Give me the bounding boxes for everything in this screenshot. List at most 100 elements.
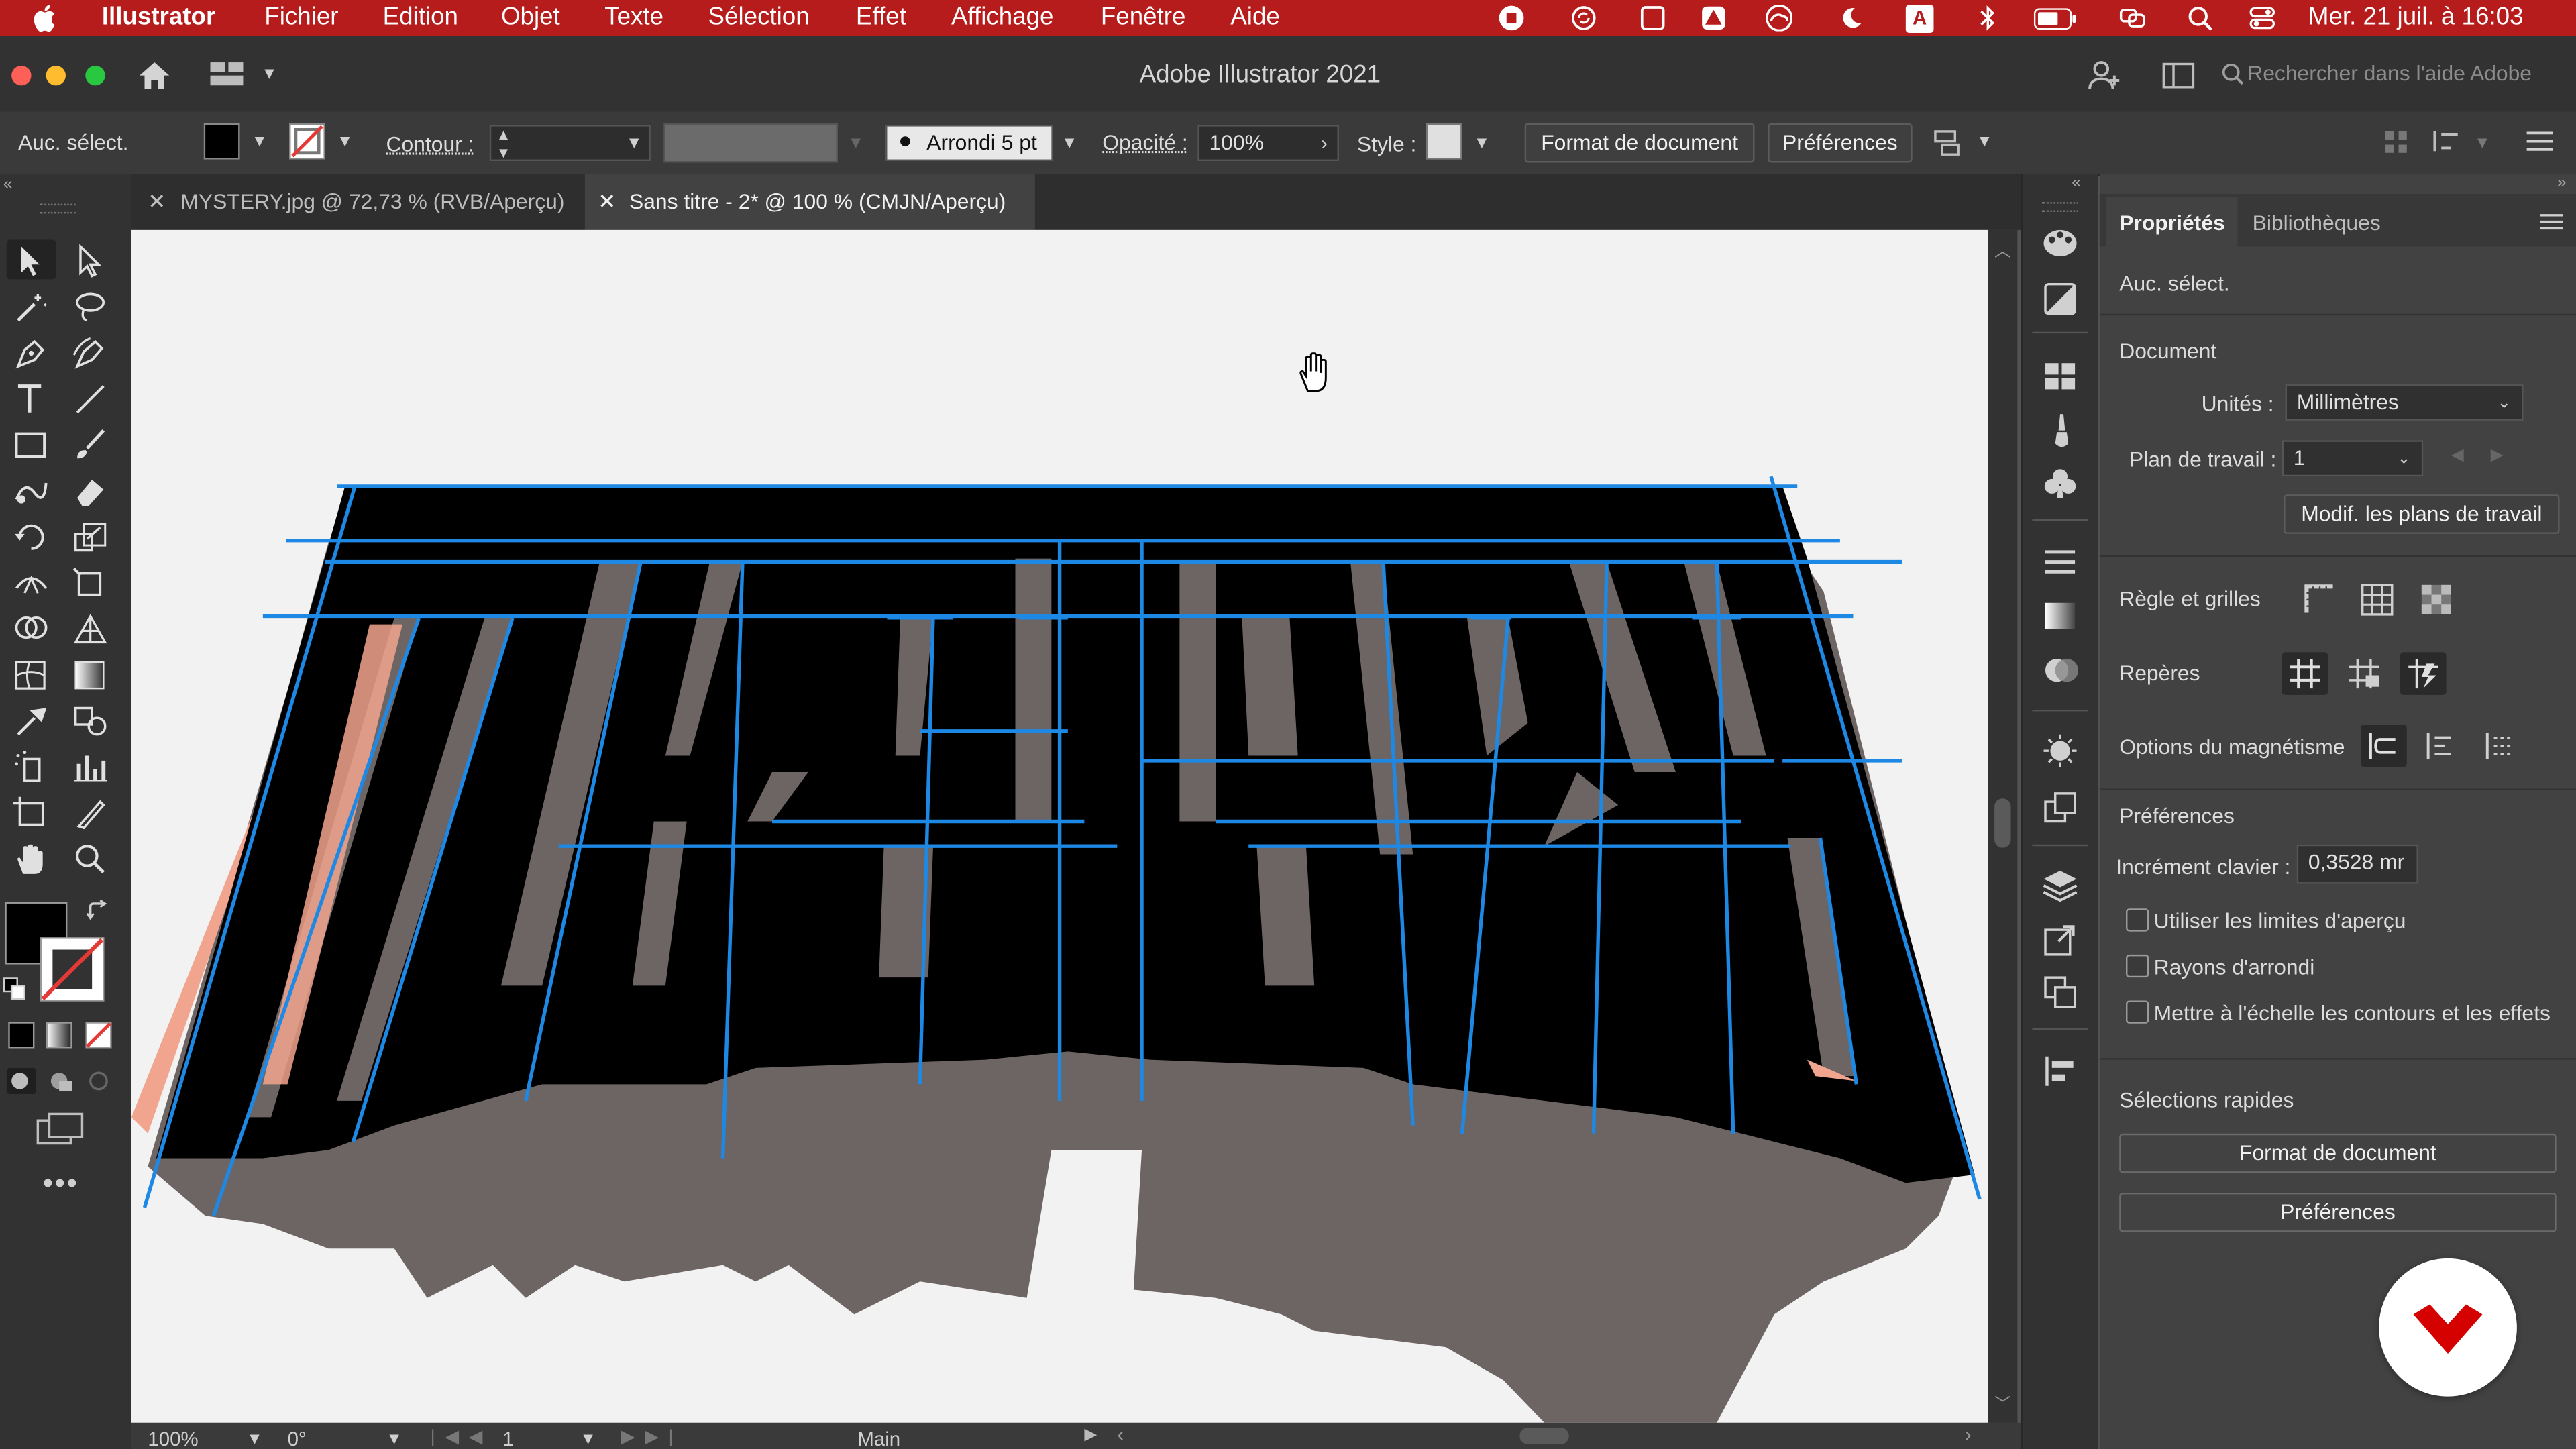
zoom-level-field[interactable]: 100% [148,1428,198,1449]
snap-to-pixel-icon[interactable] [2425,729,2458,762]
document-setup-button[interactable]: Format de document [1524,123,1755,163]
shaper-tool-icon[interactable] [11,473,51,509]
hand-tool-icon[interactable] [11,841,51,877]
none-mode-icon[interactable] [85,1022,112,1049]
stroke-weight-stepper-down-icon[interactable]: ▼ [496,145,511,161]
blend-tool-icon[interactable] [70,703,110,739]
stroke-color-box[interactable] [40,936,105,1002]
align-options-icon[interactable] [1932,128,1965,158]
stroke-chevron-down-icon[interactable]: ▼ [337,133,353,151]
direct-selection-tool-icon[interactable] [70,243,110,279]
line-segment-tool-icon[interactable] [70,381,110,417]
slice-tool-icon[interactable] [70,795,110,831]
menu-texte[interactable]: Texte [604,3,663,32]
color-guide-palette-icon[interactable] [2042,227,2078,260]
mystery-artwork[interactable] [131,230,1988,1423]
close-tab-icon[interactable]: ✕ [148,174,166,230]
free-transform-tool-icon[interactable] [70,565,110,601]
apple-icon[interactable] [33,3,59,33]
lock-guides-icon[interactable] [2348,657,2381,690]
perspective-grid-tool-icon[interactable] [70,611,110,647]
warning-icon[interactable] [1701,5,1727,31]
paintbrush-tool-icon[interactable] [70,427,110,464]
panel-options-menu-icon[interactable] [2540,213,2563,230]
selection-tool-icon[interactable] [11,243,51,279]
graphic-style-swatch[interactable] [1426,123,1462,160]
strip-grip[interactable] [2042,202,2078,212]
swatches-icon[interactable] [2044,362,2077,391]
pen-tool-icon[interactable] [11,335,51,372]
status-menu-arrow-icon[interactable]: ▶ [1084,1426,1097,1444]
swap-fill-stroke-icon[interactable] [85,899,108,922]
color-mode-icon[interactable] [8,1022,35,1049]
edit-toolbar-more-icon[interactable]: ••• [43,1167,79,1201]
graphic-styles-sun-icon[interactable] [2042,733,2078,769]
lasso-tool-icon[interactable] [70,289,110,325]
opacity-label[interactable]: Opacité : [1102,129,1187,154]
canvas-vertical-scrollbar[interactable]: ︿ ﹀ [1988,229,2018,1423]
profile-chevron-down-icon[interactable]: ▼ [848,135,864,153]
prev-artboard-icon[interactable]: ◀ [2451,447,2464,465]
zoom-window-button[interactable] [85,65,105,86]
appearance-icon[interactable] [2044,282,2077,315]
input-source-a-icon[interactable]: A [1905,5,1934,33]
align-chevron-down-icon[interactable]: ▼ [1976,133,1992,151]
units-chevron-down-icon[interactable]: ⌄ [2497,394,2511,413]
minimize-window-button[interactable] [46,65,66,86]
app-menu-illustrator[interactable]: Illustrator [102,3,215,32]
artboard-tool-icon[interactable] [11,795,51,831]
tab-sans-titre-2[interactable]: ✕ Sans titre - 2* @ 100 % (CMJN/Aperçu) [584,174,1035,230]
edit-artboards-button[interactable]: Modif. les plans de travail [2284,494,2560,534]
draw-behind-icon[interactable] [46,1068,76,1094]
vertical-scroll-thumb[interactable] [1994,798,2011,848]
scroll-down-chevron-icon[interactable]: ﹀ [1994,1390,2010,1415]
window-icon[interactable] [1640,5,1666,31]
show-guides-icon[interactable] [2288,657,2321,690]
transparency-icon[interactable] [2044,654,2080,687]
fill-color-swatch[interactable] [203,123,240,160]
menu-fenetre[interactable]: Fenêtre [1101,3,1186,32]
stroke-panel-icon[interactable] [2044,549,2077,575]
brush-chevron-down-icon[interactable]: ▼ [1061,135,1077,153]
menu-affichage[interactable]: Affichage [951,3,1054,32]
snap-chevron-down-icon[interactable]: ▼ [2474,135,2490,153]
show-rulers-icon[interactable] [2303,583,2336,616]
brush-definition-field[interactable]: Arrondi 5 pt [885,125,1053,162]
artboards-panel-icon[interactable] [2044,792,2077,824]
rotation-chevron-down-icon[interactable]: ▼ [386,1431,402,1449]
column-graph-tool-icon[interactable] [70,749,110,786]
toolbar-grip[interactable] [39,203,76,214]
collapse-strip-icon[interactable]: « [2072,174,2081,193]
artboard-nav-next-last-icon[interactable]: ▶▶| [621,1426,684,1447]
units-dropdown[interactable]: Millimètres [2285,384,2524,421]
rotate-tool-icon[interactable] [11,519,51,555]
hscroll-right-chevron-icon[interactable]: › [1965,1423,1972,1446]
close-tab-icon[interactable]: ✕ [598,174,616,230]
zoom-tool-icon[interactable] [70,841,110,877]
keyboard-increment-field[interactable]: 0,3528 mr [2296,844,2418,884]
eyedropper-tool-icon[interactable] [11,703,51,739]
opacity-field[interactable]: 100% [1197,125,1339,162]
type-tool-icon[interactable] [11,381,51,417]
screen-mode-icon[interactable] [36,1112,85,1145]
preferences-button[interactable]: Préférences [1768,123,1913,163]
artboard-chevron-down-icon[interactable]: ⌄ [2397,450,2411,468]
opacity-chevron-right-icon[interactable]: › [1321,131,1328,154]
width-tool-icon[interactable] [11,565,51,601]
collapse-toolbar-icon[interactable]: « [3,176,13,194]
stroke-weight-stepper-up-icon[interactable]: ▲ [496,127,511,143]
eraser-tool-icon[interactable] [70,473,110,509]
tab-libraries[interactable]: Bibliothèques [2253,210,2381,235]
next-artboard-icon[interactable]: ▶ [2491,447,2504,465]
gradient-tool-icon[interactable] [70,657,110,694]
curvature-tool-icon[interactable] [70,335,110,372]
snap-to-point-icon[interactable] [2367,729,2400,762]
close-window-button[interactable] [11,65,32,86]
layers-icon[interactable] [2042,867,2078,904]
scroll-up-chevron-icon[interactable]: ︿ [1994,237,2010,261]
asset-export-pages-icon[interactable] [2044,976,2077,1009]
stroke-weight-label[interactable]: Contour : [386,131,474,156]
share-user-icon[interactable] [2086,59,2123,92]
hscroll-left-chevron-icon[interactable]: ‹ [1117,1423,1124,1446]
show-grid-icon[interactable] [2361,583,2394,616]
